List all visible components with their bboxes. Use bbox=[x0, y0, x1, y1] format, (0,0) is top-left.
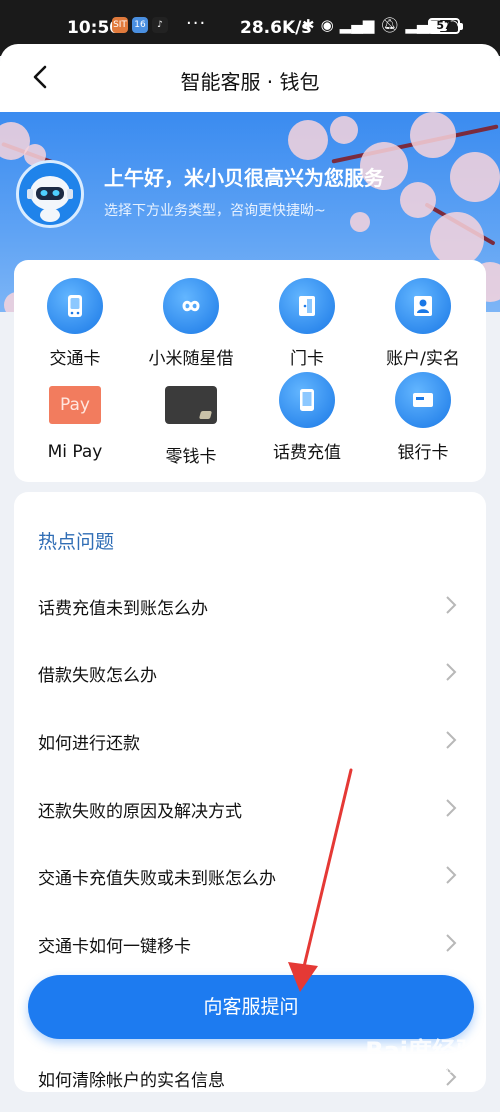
watermark: Bai度经验 jingyan.baidu.com bbox=[365, 1031, 480, 1076]
assistant-avatar bbox=[16, 160, 84, 228]
mi-pay-icon: Pay bbox=[49, 386, 101, 424]
service-account[interactable]: 账户/实名 bbox=[364, 278, 482, 369]
service-label: Mi Pay bbox=[47, 442, 103, 462]
battery-cap bbox=[460, 23, 463, 30]
service-label: 银行卡 bbox=[397, 443, 449, 463]
service-label: 交通卡 bbox=[49, 349, 101, 369]
greeting-subtitle: 选择下方业务类型，咨询更快捷呦~ bbox=[104, 203, 326, 219]
bluetooth-icon: ✱ bbox=[302, 16, 315, 34]
service-mi-pay[interactable]: Pay Mi Pay bbox=[16, 378, 134, 462]
app-icon-tiktok: ♪ bbox=[152, 17, 168, 33]
service-loan[interactable]: 小米随星借 bbox=[132, 278, 250, 369]
faq-title: 热点问题 bbox=[38, 531, 115, 553]
faq-item-label: 如何清除帐户的实名信息 bbox=[38, 1071, 225, 1091]
chevron-right-icon bbox=[446, 663, 457, 681]
mute-icon: 🔕︎ bbox=[380, 16, 400, 34]
service-bank-card[interactable]: 银行卡 bbox=[364, 372, 482, 463]
faq-item[interactable]: 话费充值未到账怎么办 bbox=[14, 572, 486, 640]
app-icon-blue: 16 bbox=[132, 17, 148, 33]
faq-item-label: 话费充值未到账怎么办 bbox=[38, 599, 208, 619]
chevron-right-icon bbox=[446, 799, 457, 817]
ask-service-button[interactable]: 向客服提问 bbox=[28, 975, 474, 1039]
watermark-url: jingyan.baidu.com bbox=[396, 1066, 480, 1076]
greeting-text: 上午好，米小贝很高兴为您服务 bbox=[104, 166, 384, 190]
app-icon-orange: SIT bbox=[112, 17, 128, 33]
service-transit-card[interactable]: 交通卡 bbox=[16, 278, 134, 369]
robot-icon bbox=[27, 176, 73, 222]
faq-item-label: 借款失败怎么办 bbox=[38, 666, 157, 686]
faq-item[interactable]: 如何进行还款 bbox=[14, 707, 486, 775]
blossom-decoration bbox=[430, 212, 484, 266]
bank-card-icon bbox=[395, 372, 451, 428]
chevron-right-icon bbox=[446, 596, 457, 614]
chevron-right-icon bbox=[446, 731, 457, 749]
blossom-decoration bbox=[330, 116, 358, 144]
faq-item[interactable]: 还款失败的原因及解决方式 bbox=[14, 775, 486, 843]
phone-recharge-icon bbox=[279, 372, 335, 428]
blossom-decoration bbox=[350, 212, 370, 232]
infinity-loan-icon bbox=[163, 278, 219, 334]
service-label: 话费充值 bbox=[273, 443, 341, 463]
faq-item-label: 交通卡充值失败或未到账怎么办 bbox=[38, 869, 276, 889]
faq-item[interactable]: 交通卡如何一键移卡 bbox=[14, 910, 486, 978]
chevron-right-icon bbox=[446, 934, 457, 952]
vibrate-icon: ◉ bbox=[320, 16, 334, 34]
service-door-card[interactable]: 门卡 bbox=[248, 278, 366, 369]
service-label: 门卡 bbox=[290, 349, 324, 369]
faq-item-label: 交通卡如何一键移卡 bbox=[38, 937, 191, 957]
faq-item-label: 如何进行还款 bbox=[38, 734, 140, 754]
service-label: 零钱卡 bbox=[165, 447, 217, 467]
transit-card-icon bbox=[47, 278, 103, 334]
more-notifications-icon: ··· bbox=[186, 13, 207, 34]
door-card-icon bbox=[279, 278, 335, 334]
watermark-logo: Bai度经验 bbox=[365, 1037, 480, 1065]
change-card-icon bbox=[165, 386, 217, 424]
service-label: 账户/实名 bbox=[386, 349, 460, 369]
service-grid: 交通卡 小米随星借 门卡 账户/实名 Pay Mi Pay 零钱卡 话费充值 银… bbox=[14, 260, 486, 482]
app-header: 智能客服 · 钱包 bbox=[0, 44, 500, 112]
status-app-icons: SIT 16 ♪ bbox=[112, 17, 168, 33]
service-label: 小米随星借 bbox=[148, 349, 234, 369]
battery-percent: 57 bbox=[436, 19, 452, 32]
blossom-decoration bbox=[450, 152, 500, 202]
service-phone-recharge[interactable]: 话费充值 bbox=[248, 372, 366, 463]
blossom-decoration bbox=[410, 112, 456, 158]
faq-item[interactable]: 借款失败怎么办 bbox=[14, 639, 486, 707]
chevron-right-icon bbox=[446, 866, 457, 884]
blossom-decoration bbox=[400, 182, 436, 218]
page-title: 智能客服 · 钱包 bbox=[180, 70, 320, 94]
network-speed: 28.6K/s bbox=[240, 18, 312, 38]
faq-item-label: 还款失败的原因及解决方式 bbox=[38, 802, 242, 822]
account-icon bbox=[395, 278, 451, 334]
battery-icon: 57 bbox=[428, 18, 463, 34]
faq-item[interactable]: 交通卡充值失败或未到账怎么办 bbox=[14, 842, 486, 910]
blossom-decoration bbox=[288, 120, 328, 160]
signal-icon: ▂▄▆ bbox=[339, 16, 375, 34]
service-change-card[interactable]: 零钱卡 bbox=[132, 378, 250, 467]
